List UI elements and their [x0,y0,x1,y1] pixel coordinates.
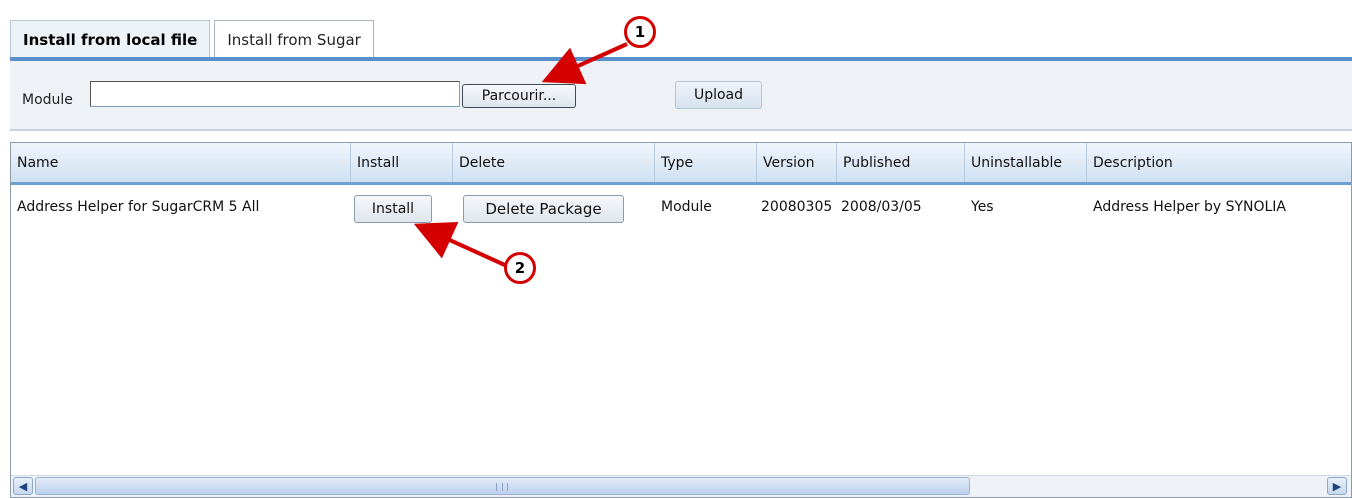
tab-bar: Install from local file Install from Sug… [10,18,374,58]
delete-package-button[interactable]: Delete Package [463,195,624,223]
module-label: Module [22,92,73,108]
cell-type: Module [661,199,712,215]
arrow-left-icon[interactable]: ◀ [13,477,33,495]
header-install[interactable]: Install [351,143,453,182]
header-version[interactable]: Version [757,143,837,182]
header-uninstallable[interactable]: Uninstallable [965,143,1087,182]
arrow-right-icon[interactable]: ▶ [1327,477,1347,495]
upload-bar: Module Parcourir... Upload [10,61,1352,131]
package-grid: Name Install Delete Type Version Publish… [10,142,1352,498]
cell-name: Address Helper for SugarCRM 5 All [17,199,260,215]
upload-button[interactable]: Upload [675,81,762,109]
header-published[interactable]: Published [837,143,965,182]
cell-uninstallable: Yes [971,199,994,215]
callout-2: 2 [504,252,536,284]
module-file-input[interactable] [90,81,460,107]
header-description[interactable]: Description [1087,143,1351,182]
cell-published: 2008/03/05 [841,199,922,215]
browse-button[interactable]: Parcourir... [462,84,576,108]
horizontal-scrollbar[interactable]: ◀ ▶ [11,475,1351,497]
cell-description: Address Helper by SYNOLIA [1093,199,1286,215]
header-name[interactable]: Name [11,143,351,182]
cell-version: 20080305 [761,199,833,215]
install-button[interactable]: Install [354,195,432,223]
callout-1: 1 [624,16,656,48]
grip-icon [496,483,508,491]
grid-header: Name Install Delete Type Version Publish… [11,143,1351,185]
tab-install-local[interactable]: Install from local file [10,20,211,58]
tab-install-sugar[interactable]: Install from Sugar [214,20,374,58]
header-delete[interactable]: Delete [453,143,655,182]
header-type[interactable]: Type [655,143,757,182]
scrollbar-thumb[interactable] [35,477,970,495]
table-row: Address Helper for SugarCRM 5 All Module… [11,187,1351,227]
